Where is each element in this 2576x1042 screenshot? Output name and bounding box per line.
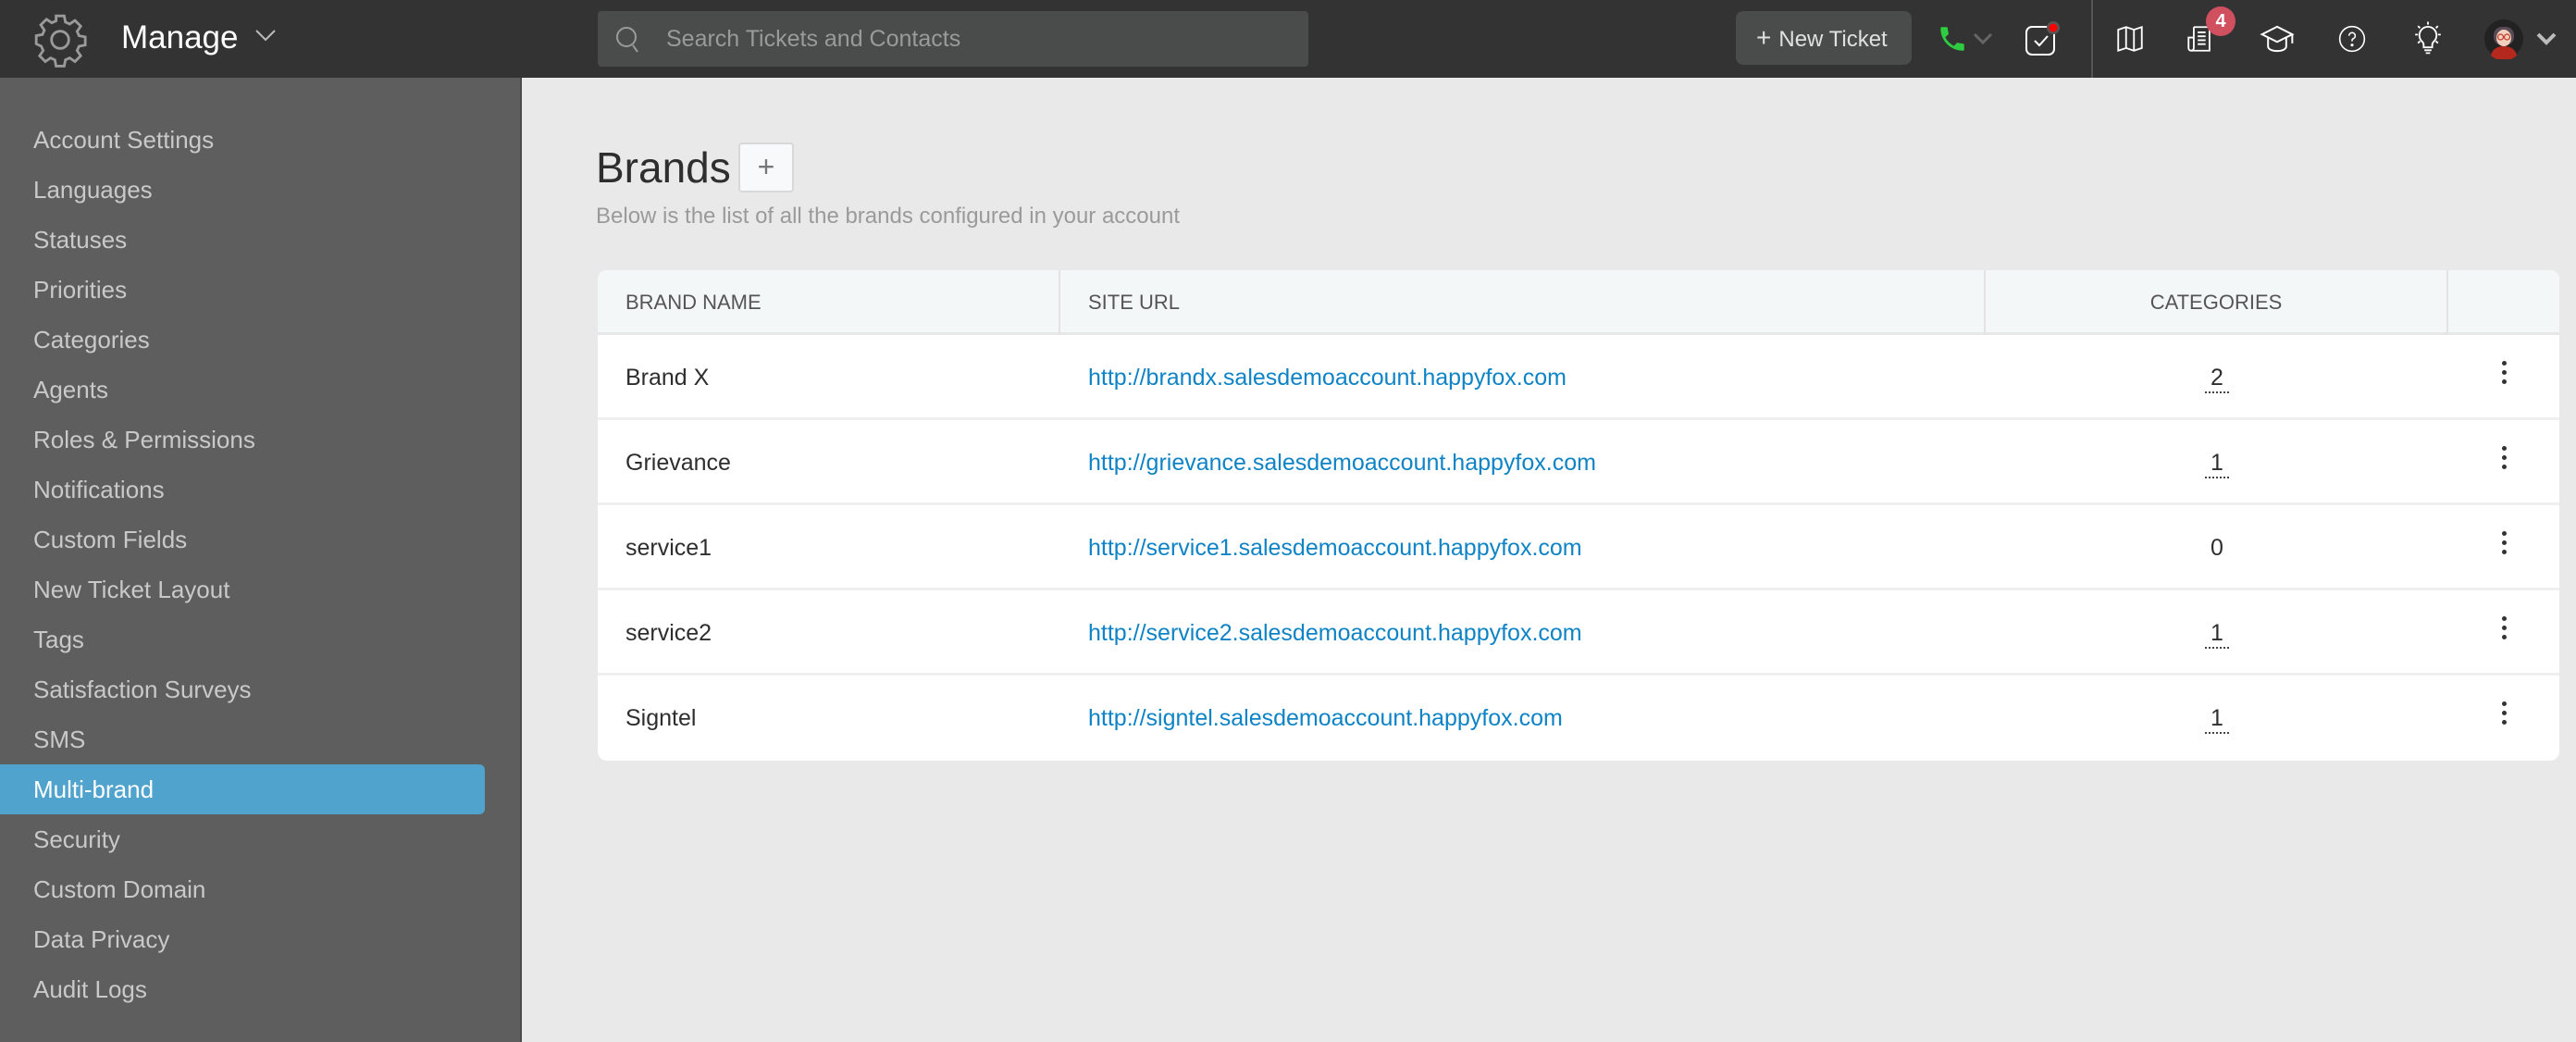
more-options-icon[interactable]: [2501, 530, 2507, 554]
chevron-down-icon: [1973, 32, 1993, 45]
table-row: Brand X http://brandx.salesdemoaccount.h…: [598, 335, 2559, 420]
more-options-icon[interactable]: [2501, 615, 2507, 639]
more-options-icon[interactable]: [2501, 701, 2507, 725]
column-header-brand-name: BRAND NAME: [598, 270, 1060, 335]
search-icon: [616, 27, 638, 53]
categories-count[interactable]: 2: [2205, 364, 2229, 393]
categories-count[interactable]: 1: [2205, 449, 2229, 478]
sidebar-item-new-ticket-layout[interactable]: New Ticket Layout: [0, 564, 485, 614]
phone-button[interactable]: [1932, 0, 1973, 78]
new-ticket-button[interactable]: + New Ticket: [1736, 11, 1912, 65]
site-url-link[interactable]: http://service2.salesdemoaccount.happyfo…: [1088, 620, 1582, 646]
column-header-site-url: SITE URL: [1060, 270, 1986, 335]
brand-name: Grievance: [625, 450, 731, 476]
sidebar-item-notifications[interactable]: Notifications: [0, 465, 485, 515]
gear-icon[interactable]: [31, 11, 89, 68]
site-url-link[interactable]: http://brandx.salesdemoaccount.happyfox.…: [1088, 365, 1567, 391]
sidebar-item-statuses[interactable]: Statuses: [0, 215, 485, 265]
help-button[interactable]: [2334, 0, 2371, 78]
learning-cap-icon: [2260, 25, 2295, 53]
table-row: Signtel http://signtel.salesdemoaccount.…: [598, 676, 2559, 761]
sidebar-item-languages[interactable]: Languages: [0, 165, 485, 215]
table-row: service1 http://service1.salesdemoaccoun…: [598, 505, 2559, 590]
brands-table: BRAND NAME SITE URL CATEGORIES Brand X h…: [598, 270, 2559, 761]
sidebar-item-roles-permissions[interactable]: Roles & Permissions: [0, 415, 485, 465]
new-ticket-label: New Ticket: [1778, 27, 1888, 52]
more-options-icon[interactable]: [2501, 360, 2507, 384]
categories-count[interactable]: 1: [2205, 619, 2229, 649]
ideas-button[interactable]: [2409, 0, 2446, 78]
top-header: Manage +New Ticket 4: [0, 0, 2576, 78]
site-url-link[interactable]: http://service1.salesdemoaccount.happyfo…: [1088, 535, 1582, 561]
header-divider: [2091, 0, 2093, 78]
chevron-down-icon[interactable]: [254, 26, 278, 44]
learning-button[interactable]: [2258, 0, 2297, 78]
sidebar-item-priorities[interactable]: Priorities: [0, 265, 485, 315]
user-menu-dropdown[interactable]: [2533, 0, 2559, 78]
section-title[interactable]: Manage: [121, 15, 238, 61]
sidebar-item-categories[interactable]: Categories: [0, 315, 485, 365]
search-input[interactable]: [666, 11, 1295, 67]
categories-count[interactable]: 1: [2205, 704, 2229, 734]
plus-icon: +: [1756, 23, 1772, 52]
sidebar-item-satisfaction-surveys[interactable]: Satisfaction Surveys: [0, 664, 485, 714]
more-options-icon[interactable]: [2501, 445, 2507, 469]
table-row: service2 http://service2.salesdemoaccoun…: [598, 590, 2559, 676]
page-subtitle: Below is the list of all the brands conf…: [596, 204, 1181, 229]
column-header-categories: CATEGORIES: [1986, 270, 2448, 335]
sidebar-item-agents[interactable]: Agents: [0, 365, 485, 415]
site-url-link[interactable]: http://grievance.salesdemoaccount.happyf…: [1088, 450, 1596, 476]
sidebar-item-multi-brand[interactable]: Multi-brand: [0, 764, 485, 814]
brand-name: Brand X: [625, 365, 710, 391]
sidebar-item-data-privacy[interactable]: Data Privacy: [0, 914, 485, 964]
sidebar-item-custom-domain[interactable]: Custom Domain: [0, 864, 485, 914]
brand-name: service1: [625, 535, 712, 561]
phone-dropdown[interactable]: [1971, 0, 1995, 78]
column-header-actions: [2448, 270, 2559, 335]
tasks-button[interactable]: [2020, 0, 2062, 78]
map-icon: [2117, 25, 2143, 53]
bulb-icon: [2415, 21, 2441, 55]
site-url-link[interactable]: http://signtel.salesdemoaccount.happyfox…: [1088, 705, 1563, 731]
avatar-icon: [2484, 19, 2523, 59]
chevron-down-icon: [2536, 32, 2557, 45]
sidebar-item-sms[interactable]: SMS: [0, 714, 485, 764]
notification-badge: 4: [2206, 6, 2235, 36]
sidebar-item-custom-fields[interactable]: Custom Fields: [0, 515, 485, 564]
page-title: Brands: [596, 143, 731, 192]
sidebar-item-audit-logs[interactable]: Audit Logs: [0, 964, 485, 1014]
help-icon: [2338, 25, 2366, 53]
brand-name: service2: [625, 620, 712, 646]
settings-sidebar: Account Settings Languages Statuses Prio…: [0, 78, 522, 1042]
table-row: Grievance http://grievance.salesdemoacco…: [598, 420, 2559, 505]
sidebar-item-security[interactable]: Security: [0, 814, 485, 864]
sidebar-item-tags[interactable]: Tags: [0, 614, 485, 664]
tasks-icon: [2025, 21, 2060, 56]
table-header: BRAND NAME SITE URL CATEGORIES: [598, 270, 2559, 335]
add-brand-button[interactable]: +: [738, 143, 794, 192]
map-button[interactable]: [2112, 0, 2149, 78]
search-box: [598, 11, 1308, 67]
main-content: Brands + Below is the list of all the br…: [524, 78, 2576, 1042]
sidebar-item-account-settings[interactable]: Account Settings: [0, 115, 485, 165]
brand-name: Signtel: [625, 705, 697, 731]
categories-count: 0: [2211, 535, 2223, 561]
avatar[interactable]: [2483, 0, 2524, 78]
phone-icon: [1940, 27, 1964, 51]
